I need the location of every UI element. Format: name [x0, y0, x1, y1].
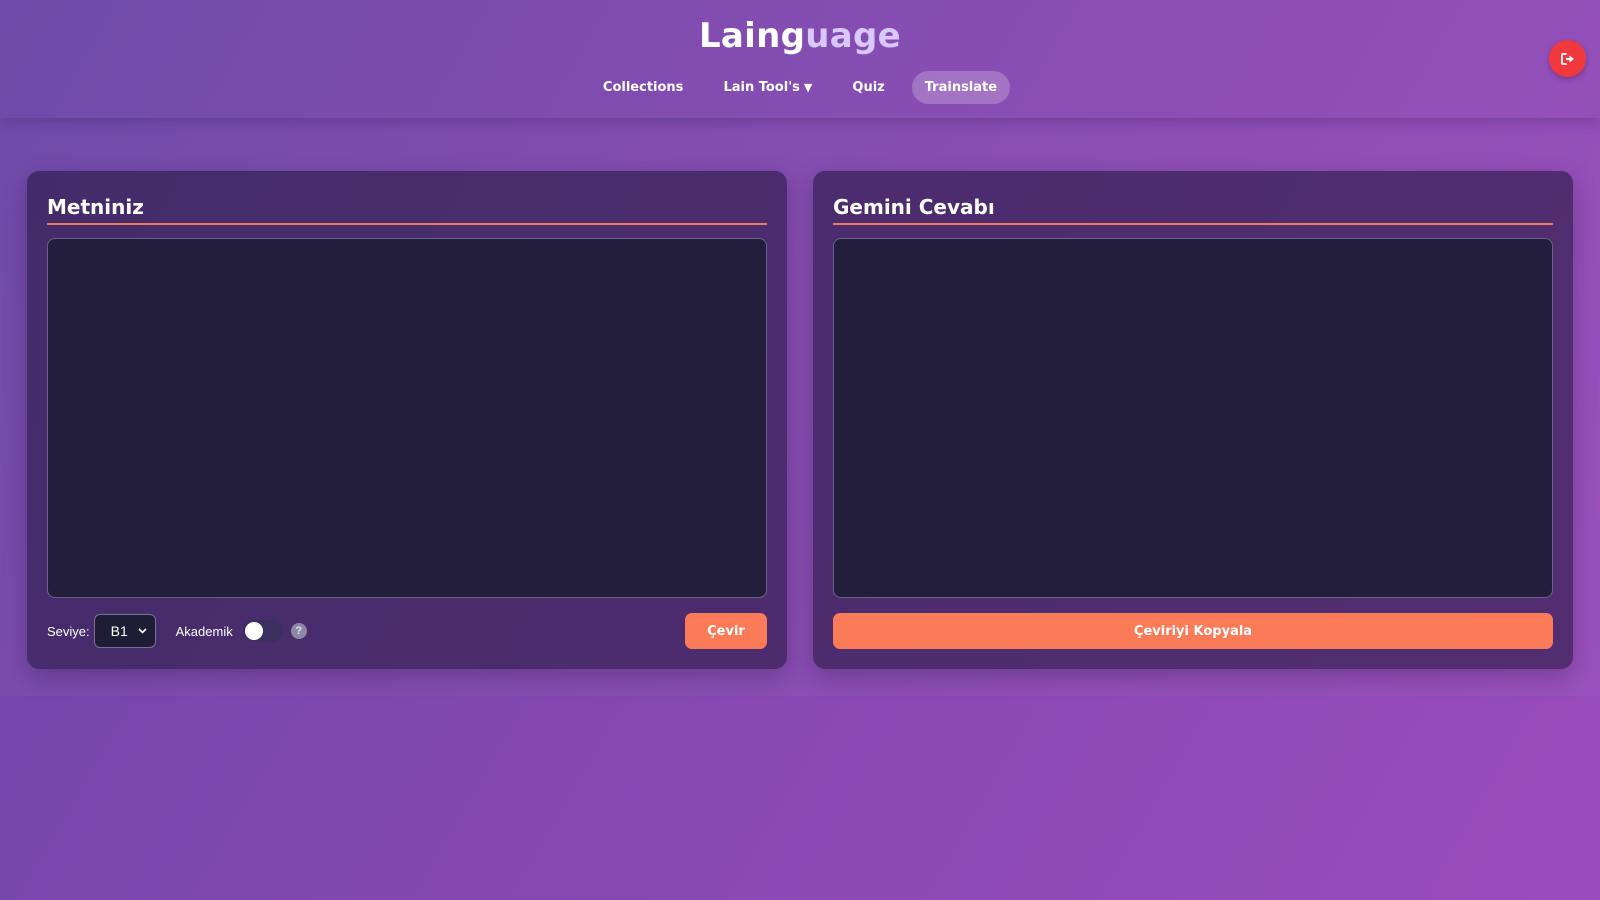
- nav-lain-tools-dropdown[interactable]: Lain Tool's ▼: [710, 71, 825, 104]
- nav-collections[interactable]: Collections: [590, 71, 697, 104]
- app-title-part1: Laing: [698, 16, 806, 56]
- academic-label: Akademik: [175, 623, 233, 639]
- nav-quiz-label: Quiz: [852, 80, 885, 95]
- caret-down-icon: ▼: [803, 81, 813, 94]
- level-select-value: B1: [110, 623, 128, 639]
- logout-icon: [1560, 52, 1574, 65]
- app-title: Lainguage: [0, 16, 1600, 56]
- input-panel-title: Metniniz: [47, 195, 144, 219]
- logout-button[interactable]: [1549, 40, 1586, 77]
- chevron-down-icon: [138, 628, 147, 634]
- top-header: Lainguage Collections Lain Tool's ▼ Quiz…: [0, 0, 1600, 118]
- nav-lain-tools-label: Lain Tool's: [723, 80, 800, 95]
- academic-toggle-knob: [244, 622, 263, 640]
- output-panel-divider: [833, 223, 1553, 225]
- level-select[interactable]: B1: [93, 614, 156, 648]
- app-title-part2: uage: [805, 16, 902, 56]
- copy-translation-button[interactable]: Çeviriyi Kopyala: [833, 613, 1553, 649]
- input-panel-divider: [47, 223, 767, 225]
- help-icon[interactable]: ?: [290, 623, 307, 639]
- nav-trainslate[interactable]: Trainslate: [911, 71, 1011, 104]
- translation-output[interactable]: [833, 238, 1553, 598]
- source-text-input[interactable]: [47, 238, 767, 598]
- nav-quiz[interactable]: Quiz: [839, 71, 897, 104]
- translate-button[interactable]: Çevir: [685, 613, 767, 649]
- level-label: Seviye:: [47, 623, 90, 639]
- input-panel: Metniniz Seviye: B1 Akademik ? Çevir: [27, 171, 787, 669]
- academic-toggle[interactable]: [242, 620, 283, 642]
- output-panel: Gemini Cevabı Çeviriyi Kopyala: [813, 171, 1573, 669]
- nav-collections-label: Collections: [602, 80, 684, 95]
- nav-trainslate-label: Trainslate: [924, 80, 998, 95]
- input-controls: Seviye: B1 Akademik ?: [47, 614, 307, 648]
- output-panel-title: Gemini Cevabı: [833, 195, 995, 219]
- main-nav: Collections Lain Tool's ▼ Quiz Trainslat…: [0, 71, 1600, 104]
